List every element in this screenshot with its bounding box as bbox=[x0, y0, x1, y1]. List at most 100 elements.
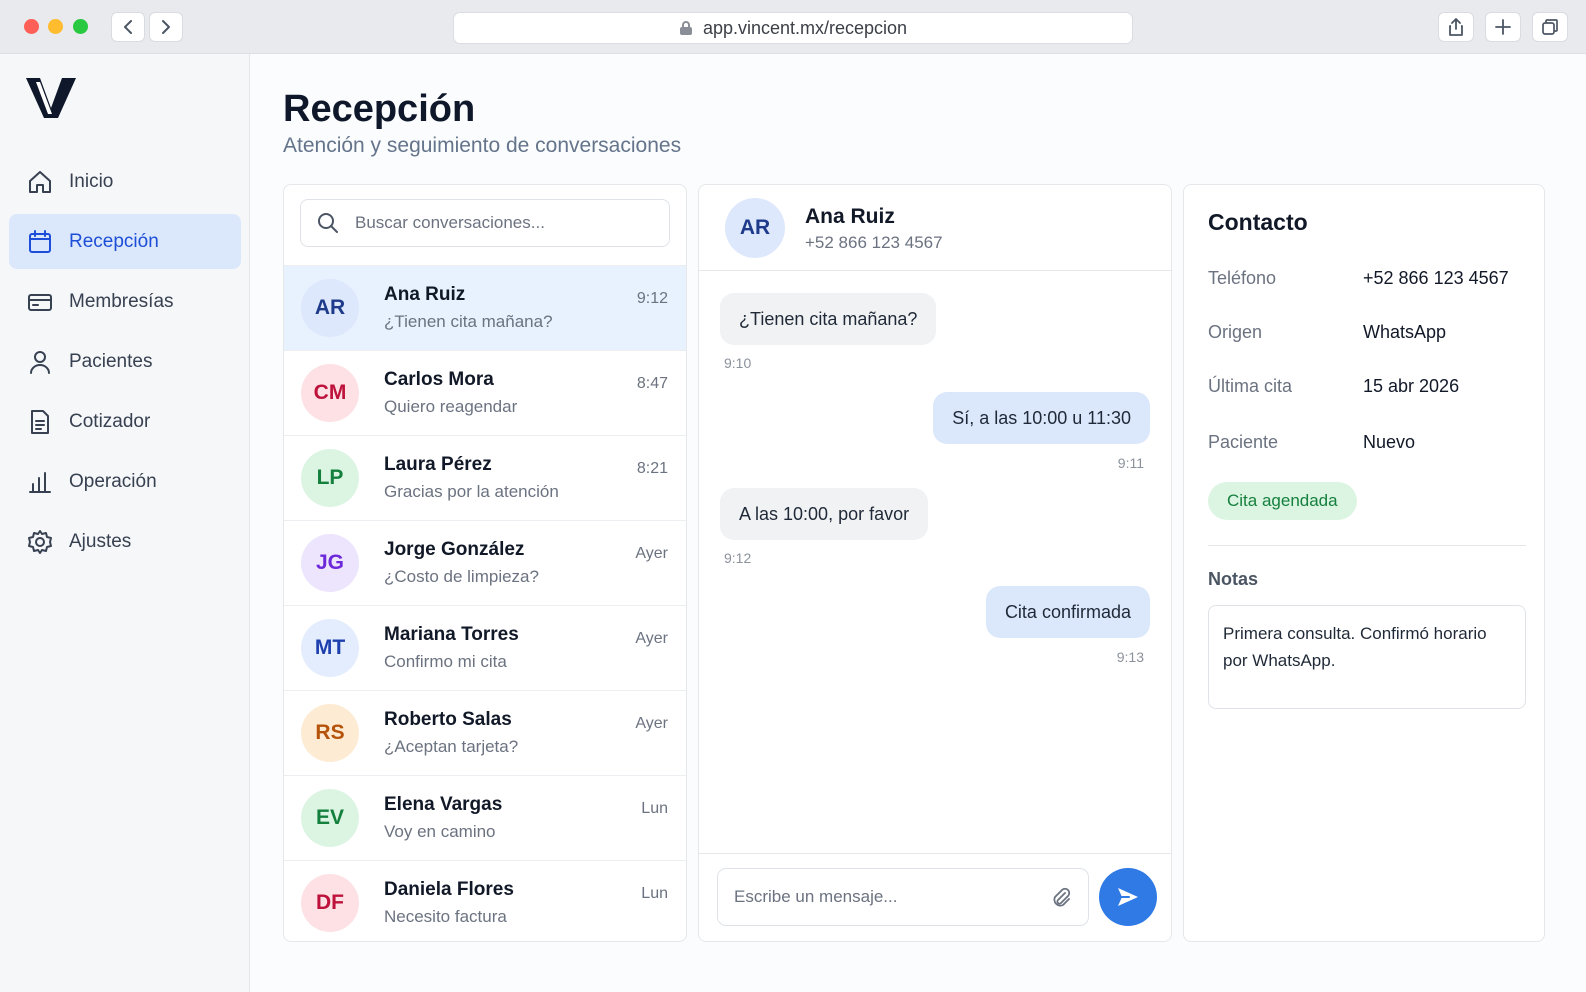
conversation-text: Carlos Mora Quiero reagendar bbox=[384, 369, 517, 417]
conversation-name: Ana Ruiz bbox=[384, 284, 466, 305]
conversation-name: Carlos Mora bbox=[384, 369, 494, 390]
message-field[interactable] bbox=[717, 868, 1089, 926]
message-input[interactable] bbox=[734, 887, 1034, 907]
main-content: Recepción Atención y seguimiento de conv… bbox=[250, 54, 1586, 992]
conversation-name: Roberto Salas bbox=[384, 709, 512, 730]
attach-button[interactable] bbox=[1050, 886, 1072, 915]
conversation-name: Jorge González bbox=[384, 539, 525, 560]
search-field[interactable] bbox=[300, 199, 670, 247]
conversation-preview: Necesito factura bbox=[384, 907, 507, 926]
sidebar-item-ajustes[interactable]: Ajustes bbox=[9, 514, 241, 569]
chat-header: AR Ana Ruiz +52 866 123 4567 bbox=[699, 185, 1171, 271]
sidebar-item-cotizador[interactable]: Cotizador bbox=[9, 394, 241, 449]
sidebar-item-label: Pacientes bbox=[69, 350, 153, 372]
avatar: JG bbox=[301, 534, 359, 592]
user-icon bbox=[30, 350, 50, 374]
conversation-row[interactable]: JG Jorge González ¿Costo de limpieza? Ayer bbox=[284, 520, 686, 605]
conversation-text: Roberto Salas ¿Aceptan tarjeta? bbox=[384, 709, 518, 757]
avatar: DF bbox=[301, 874, 359, 932]
origin-label: Origen bbox=[1208, 322, 1263, 342]
patient-value: Nuevo bbox=[1363, 432, 1416, 452]
bar-chart-icon bbox=[29, 471, 51, 493]
conversation-text: Jorge González ¿Costo de limpieza? bbox=[384, 539, 539, 587]
message-bubble-incoming: ¿Tienen cita mañana? bbox=[720, 293, 937, 345]
search-input[interactable] bbox=[355, 213, 645, 233]
forward-button[interactable] bbox=[149, 12, 183, 42]
conversation-row[interactable]: MT Mariana Torres Confirmo mi cita Ayer bbox=[284, 605, 686, 690]
chat-contact-name: Ana Ruiz bbox=[805, 205, 895, 228]
avatar: AR bbox=[301, 279, 359, 337]
message-bubble-outgoing: Sí, a las 10:00 u 11:30 bbox=[933, 392, 1150, 444]
sidebar-item-label: Inicio bbox=[69, 170, 114, 192]
conversation-preview: ¿Costo de limpieza? bbox=[384, 567, 539, 586]
share-icon bbox=[1449, 18, 1463, 36]
back-button[interactable] bbox=[111, 12, 145, 42]
sidebar-item-inicio[interactable]: Inicio bbox=[9, 154, 241, 209]
conversation-row[interactable]: CM Carlos Mora Quiero reagendar 8:47 bbox=[284, 350, 686, 435]
sidebar-item-label: Cotizador bbox=[69, 410, 151, 432]
tab-overview-button[interactable] bbox=[1532, 12, 1568, 42]
page-title: Recepción bbox=[283, 88, 476, 130]
send-button[interactable] bbox=[1099, 868, 1157, 926]
avatar: LP bbox=[301, 449, 359, 507]
conversation-row[interactable]: AR Ana Ruiz ¿Tienen cita mañana? 9:12 bbox=[284, 265, 686, 350]
conversation-time: 8:47 bbox=[636, 375, 668, 392]
conversation-preview: Voy en camino bbox=[384, 822, 496, 841]
address-bar[interactable]: app.vincent.mx/recepcion bbox=[453, 12, 1133, 44]
message-time: 9:13 bbox=[1116, 649, 1144, 665]
minimize-window-button[interactable] bbox=[48, 19, 63, 34]
lock-icon bbox=[679, 21, 692, 35]
conversation-name: Daniela Flores bbox=[384, 879, 514, 900]
chevron-left-icon bbox=[124, 20, 132, 34]
status-badge: Cita agendada bbox=[1208, 482, 1357, 520]
close-window-button[interactable] bbox=[24, 19, 39, 34]
message-time: 9:12 bbox=[724, 550, 752, 566]
document-icon bbox=[31, 409, 49, 434]
phone-label: Teléfono bbox=[1208, 268, 1277, 288]
vincent-logo[interactable] bbox=[24, 74, 78, 125]
share-button[interactable] bbox=[1438, 12, 1474, 42]
conversation-text: Elena Vargas Voy en camino bbox=[384, 794, 502, 842]
conversation-text: Laura Pérez Gracias por la atención bbox=[384, 454, 559, 502]
search-icon bbox=[318, 213, 338, 233]
conversation-row[interactable]: RS Roberto Salas ¿Aceptan tarjeta? Ayer bbox=[284, 690, 686, 775]
sidebar-item-label: Operación bbox=[69, 470, 157, 492]
sidebar-item-operacion[interactable]: Operación bbox=[9, 454, 241, 509]
gear-icon bbox=[28, 529, 52, 554]
conversation-text: Mariana Torres Confirmo mi cita bbox=[384, 624, 519, 672]
conversation-time: Ayer bbox=[635, 715, 668, 732]
divider bbox=[1208, 545, 1526, 546]
app-window: app.vincent.mx/recepcion Inicio Recepció… bbox=[0, 0, 1586, 992]
plus-icon bbox=[1495, 19, 1511, 35]
conversation-text: Ana Ruiz ¿Tienen cita mañana? bbox=[384, 284, 553, 332]
chevron-right-icon bbox=[162, 20, 170, 34]
conversation-preview: Confirmo mi cita bbox=[384, 652, 507, 671]
contact-panel: Contacto Teléfono +52 866 123 4567 Orige… bbox=[1183, 184, 1545, 942]
sidebar-item-label: Ajustes bbox=[69, 530, 132, 552]
conversation-time: 8:21 bbox=[636, 460, 668, 477]
message-bubble-outgoing: Cita confirmada bbox=[985, 586, 1150, 638]
conversation-row[interactable]: LP Laura Pérez Gracias por la atención 8:21 bbox=[284, 435, 686, 520]
conversation-preview: ¿Aceptan tarjeta? bbox=[384, 737, 519, 756]
new-tab-button[interactable] bbox=[1485, 12, 1521, 42]
send-icon bbox=[1118, 888, 1138, 906]
sidebar-item-membresias[interactable]: Membresías bbox=[9, 274, 241, 329]
avatar: RS bbox=[301, 704, 359, 762]
sidebar-item-pacientes[interactable]: Pacientes bbox=[9, 334, 241, 389]
chat-panel: AR Ana Ruiz +52 866 123 4567 ¿Tienen cit… bbox=[698, 184, 1172, 942]
sidebar-item-label: Membresías bbox=[69, 290, 174, 312]
conversation-text: Daniela Flores Necesito factura bbox=[384, 879, 514, 927]
conversation-list-panel: AR Ana Ruiz ¿Tienen cita mañana? 9:12 CM Carl… bbox=[283, 184, 687, 942]
message-time: 9:11 bbox=[1117, 455, 1144, 471]
sidebar-nav: Inicio Recepción Membresías Pacientes Co… bbox=[9, 154, 241, 574]
conversation-time: 9:12 bbox=[636, 290, 668, 307]
maximize-window-button[interactable] bbox=[73, 19, 88, 34]
conversation-row[interactable]: EV Elena Vargas Voy en camino Lun bbox=[284, 775, 686, 860]
sidebar-item-recepcion[interactable]: Recepción bbox=[9, 214, 241, 269]
message-time: 9:10 bbox=[724, 355, 752, 371]
phone-value: +52 866 123 4567 bbox=[1363, 268, 1509, 288]
notes-textarea[interactable]: Primera consulta. Confirmó horario por W… bbox=[1208, 605, 1526, 709]
conversation-row[interactable]: DF Daniela Flores Necesito factura Lun bbox=[284, 860, 686, 941]
message-bubble-incoming: A las 10:00, por favor bbox=[720, 488, 929, 540]
conversation-preview: ¿Tienen cita mañana? bbox=[384, 312, 553, 331]
